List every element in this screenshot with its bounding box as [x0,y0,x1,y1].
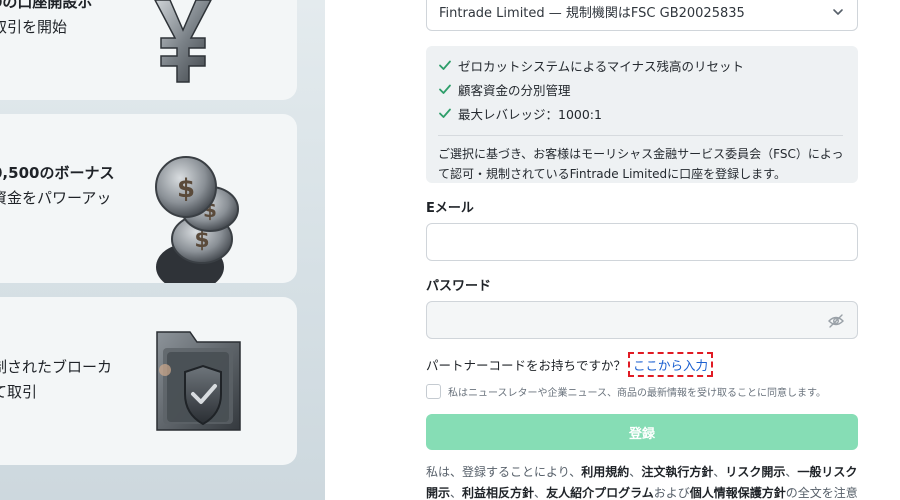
newsletter-checkbox[interactable] [426,384,441,399]
terms-separator: 、 [785,465,798,479]
terms-joiner: および [653,486,690,500]
yen-sign-illustration [154,0,212,83]
terms-link-privacy-policy[interactable]: 個人情報保護方針 [690,486,786,500]
terms-text: 私は、登録することにより、利用規約、注文執行方針、リスク開示、一般リスク開示、利… [426,462,858,500]
newsletter-consent-text: 私はニュースレターや企業ニュース、商品の最新情報を受け取ることに同意します。 [448,388,826,399]
promo-card-account-subtitle: 取引を開始 [0,18,68,36]
feature-item: 顧客資金の分別管理 [438,77,846,101]
promo-card-regulated-line1: 制されたブローカ [0,358,113,376]
promo-card-regulated-text: 制されたブローカ て取引 [0,355,112,405]
terms-link-risk-disclosure[interactable]: リスク開示 [725,465,785,479]
check-icon [439,108,451,118]
check-icon [439,60,451,70]
promo-card-account-title: 0の口座開設ボ [0,0,93,11]
regulation-note: ご選択に基づき、お客様はモーリシャス金融サービス委員会（FSC）によって認可・規… [438,147,844,181]
terms-separator: 、 [534,486,547,500]
promo-card-regulated-line2: て取引 [0,383,38,401]
promo-card-account: 0の口座開設ボ 取引を開始 [0,0,297,100]
email-field[interactable] [426,223,858,261]
partner-code-row: パートナーコードをお持ちですか？ ここから入力 [426,352,714,377]
promo-panel: 0の口座開設ボ 取引を開始 0,500のボーナス 資金をパワーアッ [0,0,325,500]
promo-card-account-text: 0の口座開設ボ 取引を開始 [0,0,92,40]
register-button[interactable]: 登録 [426,414,858,450]
promo-card-regulated: 制されたブローカ て取引 [0,297,297,465]
promo-card-bonus: 0,500のボーナス 資金をパワーアッ $ $ $ [0,114,297,283]
feature-text: ゼロカットシステムによるマイナス残高のリセット [458,58,745,74]
terms-link-order-execution[interactable]: 注文執行方針 [641,465,713,479]
regulator-select[interactable]: Fintrade Limited — 規制機関はFSC GB20025835 [426,0,858,31]
regulator-select-value: Fintrade Limited — 規制機関はFSC GB20025835 [439,6,745,21]
terms-link-referral-program[interactable]: 友人紹介プログラム [546,486,654,500]
feature-item: 最大レバレッジ：1000:1 [438,101,846,125]
eye-off-icon[interactable] [827,312,845,330]
shield-folder-illustration [156,331,241,431]
feature-text: 最大レバレッジ：1000:1 [458,106,602,122]
terms-prefix: 私は、登録することにより、 [426,465,582,479]
partner-code-link[interactable]: ここから入力 [628,352,714,377]
newsletter-consent: 私はニュースレターや企業ニュース、商品の最新情報を受け取ることに同意します。 [426,384,826,399]
terms-separator: 、 [629,465,642,479]
feature-item: ゼロカットシステムによるマイナス残高のリセット [438,53,846,77]
terms-link-conflicts-policy[interactable]: 利益相反方針 [462,486,534,500]
divider [438,135,843,136]
promo-card-bonus-subtitle: 資金をパワーアッ [0,189,112,207]
svg-text:$: $ [177,174,195,204]
email-label: Eメール [426,201,474,216]
chevron-down-icon [833,9,843,15]
terms-link-terms-of-use[interactable]: 利用規約 [581,465,629,479]
feature-text: 顧客資金の分別管理 [458,82,571,98]
check-icon [439,84,451,94]
regulation-info-box: ゼロカットシステムによるマイナス残高のリセット 顧客資金の分別管理 最大レバレッ… [426,46,858,183]
password-label: パスワード [426,279,492,294]
dollar-coins-illustration: $ $ $ [155,156,239,283]
promo-card-bonus-text: 0,500のボーナス 資金をパワーアッ [0,161,114,211]
terms-separator: 、 [713,465,726,479]
password-field[interactable] [426,301,858,339]
promo-card-bonus-title: 0,500のボーナス [0,164,115,182]
partner-code-question: パートナーコードをお持ちですか？ [426,358,627,373]
terms-separator: 、 [450,486,463,500]
